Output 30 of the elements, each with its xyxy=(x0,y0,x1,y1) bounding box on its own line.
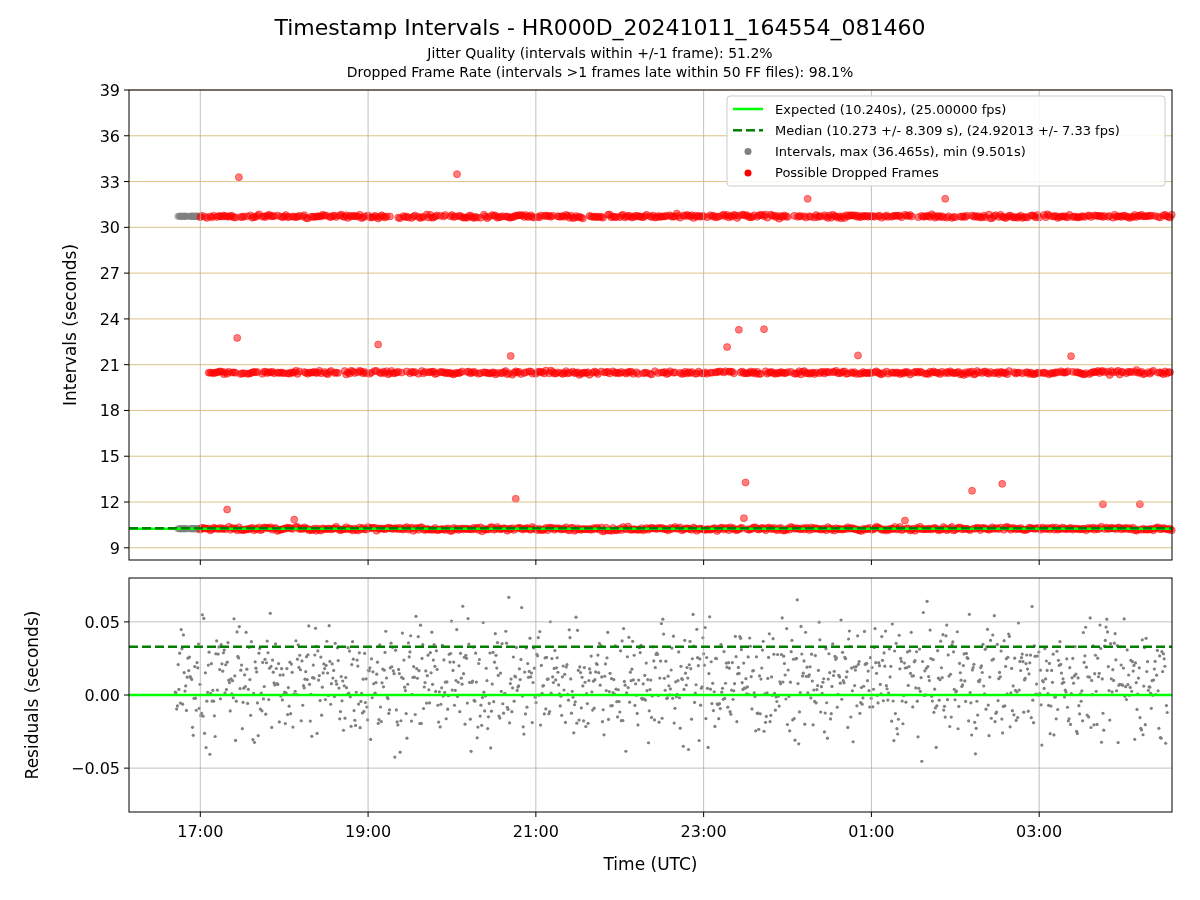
x-tick-label: 03:00 xyxy=(1016,822,1063,841)
y-tick-label: 9 xyxy=(109,538,120,558)
legend-label: Expected (10.240s), (25.00000 fps) xyxy=(775,101,1007,117)
y-axis-label: Residuals (seconds) xyxy=(22,610,42,780)
x-tick-label: 21:00 xyxy=(512,822,559,841)
y-tick-label: 30 xyxy=(99,218,120,238)
legend-label: Possible Dropped Frames xyxy=(775,165,939,181)
y-tick-label: 0.05 xyxy=(84,612,120,632)
y-tick-label: 27 xyxy=(99,264,120,284)
y-tick-label: 39 xyxy=(99,81,120,100)
y-axis-label: Intervals (seconds) xyxy=(60,243,80,407)
legend-label: Intervals, max (36.465s), min (9.501s) xyxy=(775,144,1026,160)
x-tick-label: 23:00 xyxy=(680,822,727,841)
y-tick-label: 18 xyxy=(99,401,120,421)
chart-subtitle: Dropped Frame Rate (intervals >1 frames late within 50 FF files): 98.1% xyxy=(346,63,854,81)
y-tick-label: −0.05 xyxy=(70,759,120,779)
x-tick-label: 17:00 xyxy=(177,822,224,841)
y-tick-label: 36 xyxy=(99,126,120,146)
y-tick-label: 12 xyxy=(99,493,120,512)
y-tick-label: 21 xyxy=(99,355,120,375)
y-tick-label: 0.00 xyxy=(84,686,120,705)
chart-title: Timestamp Intervals - HR000D_20241011_164554_081460 xyxy=(274,14,926,42)
x-tick-label: 01:00 xyxy=(848,822,895,841)
chart-subtitle: Jitter Quality (intervals within +/-1 frame): 51.2% xyxy=(427,44,773,63)
x-tick-label: 19:00 xyxy=(345,822,392,841)
y-tick-label: 24 xyxy=(99,309,120,329)
x-axis-label: Time (UTC) xyxy=(603,854,698,874)
y-tick-label: 15 xyxy=(99,447,120,467)
legend-label: Median (10.273 +/- 8.309 s), (24.92013 +/- 7.33 fps) xyxy=(775,122,1120,138)
y-tick-label: 33 xyxy=(99,172,120,192)
